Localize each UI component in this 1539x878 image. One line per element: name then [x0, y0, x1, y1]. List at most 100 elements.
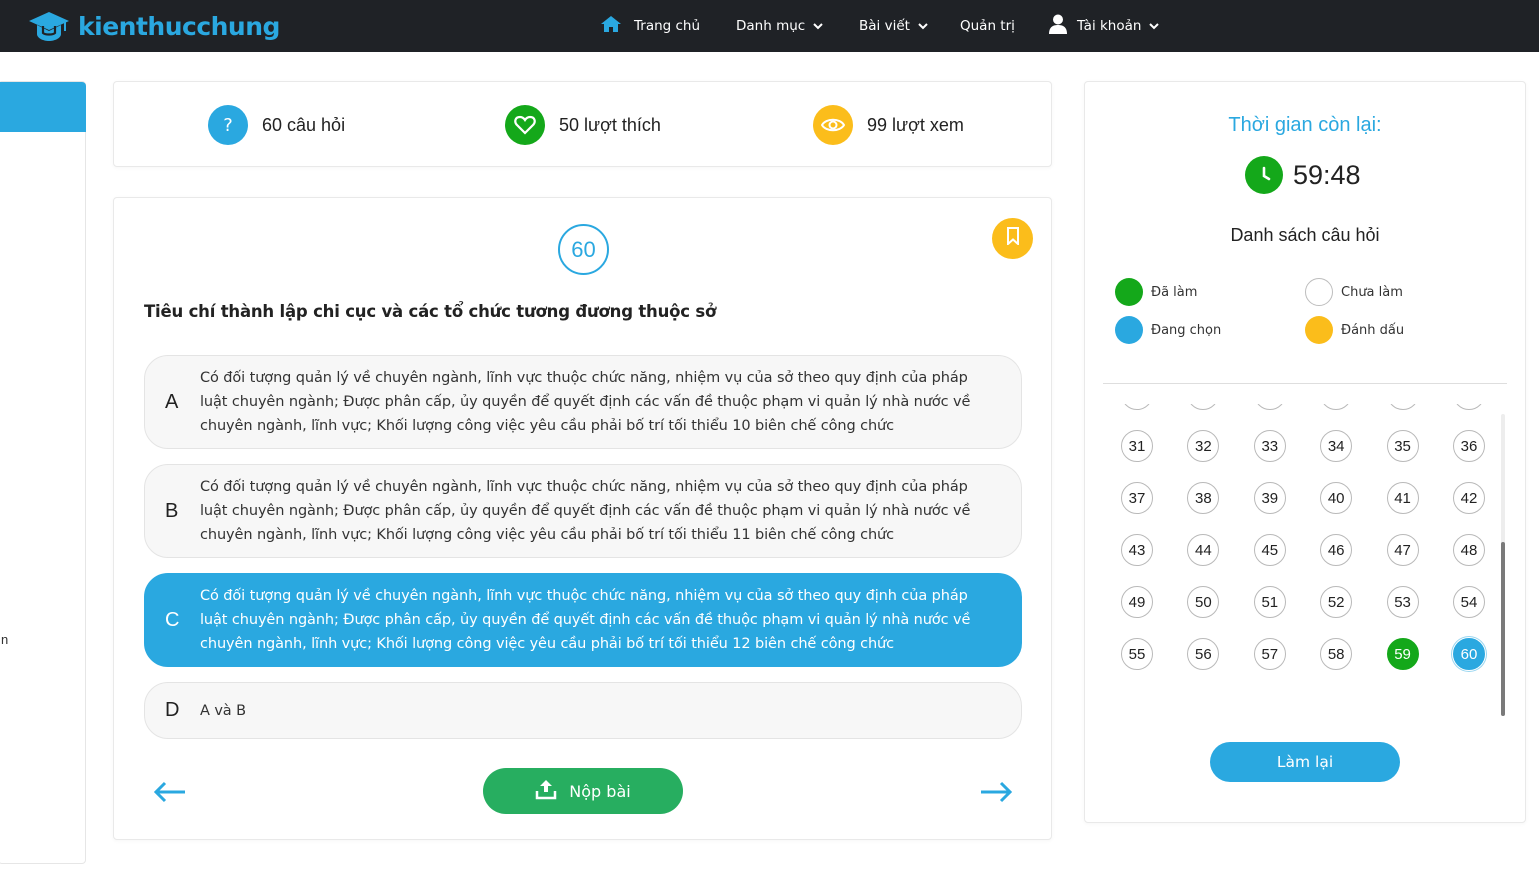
question-number-button[interactable]: 57 — [1253, 638, 1286, 670]
option-letter: B — [165, 500, 179, 522]
question-number-button[interactable]: 26 — [1187, 404, 1220, 410]
question-number-button[interactable]: 39 — [1253, 482, 1286, 514]
question-number-button[interactable]: 58 — [1320, 638, 1353, 670]
question-navigator-panel: Thời gian còn lại: 59:48 Danh sách câu h… — [1084, 81, 1526, 823]
question-number-button[interactable]: 41 — [1386, 482, 1419, 514]
question-number-button[interactable]: 29 — [1386, 404, 1419, 410]
question-number-button[interactable]: 31 — [1121, 430, 1153, 462]
sidebar-active-item[interactable] — [0, 82, 86, 132]
legend-dot-done — [1115, 278, 1143, 306]
nav-home[interactable]: Trang chủ — [600, 16, 700, 36]
nav-admin-label: Quản trị — [960, 18, 1015, 34]
submit-label: Nộp bài — [569, 781, 631, 801]
bookmark-button[interactable] — [992, 218, 1033, 259]
nav-admin[interactable]: Quản trị — [960, 16, 1015, 36]
stat-likes-label: 50 lượt thích — [559, 114, 661, 135]
question-number-button[interactable]: 50 — [1187, 586, 1220, 618]
answer-option-a[interactable]: A Có đối tượng quản lý về chuyên ngành, … — [144, 355, 1022, 449]
option-text: A và B — [200, 703, 246, 719]
answer-option-c[interactable]: C Có đối tượng quản lý về chuyên ngành, … — [144, 573, 1022, 667]
question-number-button[interactable]: 30 — [1452, 404, 1485, 410]
question-number-button[interactable]: 42 — [1452, 482, 1485, 514]
question-number-button[interactable]: 43 — [1121, 534, 1153, 566]
question-number-button[interactable]: 44 — [1187, 534, 1220, 566]
nav-posts[interactable]: Bài viết — [859, 16, 928, 36]
stat-views: 99 lượt xem — [813, 104, 964, 146]
nav-categories[interactable]: Danh mục — [736, 16, 823, 36]
nav-home-label: Trang chủ — [634, 18, 701, 34]
question-number-button[interactable]: 32 — [1187, 430, 1220, 462]
nav-posts-label: Bài viết — [859, 18, 910, 34]
legend-not-done-label: Chưa làm — [1341, 284, 1403, 300]
legend-not-done: Chưa làm — [1305, 278, 1403, 306]
stat-likes: 50 lượt thích — [505, 104, 661, 146]
chevron-down-icon — [918, 18, 928, 34]
timer-title: Thời gian còn lại: — [1228, 114, 1382, 136]
stat-views-label: 99 lượt xem — [867, 114, 964, 135]
heart-icon — [505, 105, 545, 145]
submit-button[interactable]: Nộp bài — [483, 768, 683, 814]
question-number-button[interactable]: 34 — [1320, 430, 1353, 462]
question-number-button[interactable]: 45 — [1253, 534, 1286, 566]
arrow-left-icon — [153, 781, 187, 808]
question-number-button[interactable]: 48 — [1452, 534, 1485, 566]
countdown-timer: 59:48 — [1245, 156, 1361, 194]
legend-current-label: Đang chọn — [1151, 322, 1222, 338]
option-letter: D — [165, 699, 180, 721]
question-number-button[interactable]: 46 — [1320, 534, 1353, 566]
question-number-button[interactable]: 49 — [1121, 586, 1153, 618]
quiz-stats-card: ? 60 câu hỏi 50 lượt thích 99 lượt xem — [113, 81, 1052, 167]
divider — [1103, 383, 1507, 384]
question-number-button[interactable]: 35 — [1386, 430, 1419, 462]
previous-question-button[interactable] — [152, 778, 188, 810]
legend-dot-current — [1115, 316, 1143, 344]
stat-questions: ? 60 câu hỏi — [208, 104, 345, 146]
home-icon — [600, 15, 622, 37]
question-number-button[interactable]: 38 — [1187, 482, 1220, 514]
eye-icon — [813, 105, 853, 145]
legend-marked-label: Đánh dấu — [1341, 322, 1405, 338]
question-number-button[interactable]: 36 — [1452, 430, 1485, 462]
stat-questions-label: 60 câu hỏi — [262, 114, 346, 135]
legend-done-label: Đã làm — [1151, 284, 1198, 300]
question-text: Tiêu chí thành lập chi cục và các tổ chứ… — [144, 302, 717, 321]
question-number-button[interactable]: 47 — [1386, 534, 1419, 566]
question-number-button[interactable]: 33 — [1253, 430, 1286, 462]
answer-option-d[interactable]: D A và B — [144, 682, 1022, 739]
question-mark-icon: ? — [208, 105, 248, 145]
question-number-button[interactable]: 54 — [1452, 586, 1485, 618]
question-number-button[interactable]: 60 — [1452, 638, 1485, 670]
question-number-button[interactable]: 59 — [1386, 638, 1419, 670]
legend-current: Đang chọn — [1115, 316, 1221, 344]
next-question-button[interactable] — [978, 778, 1014, 810]
left-sidebar: n — [0, 81, 86, 864]
question-number-button[interactable]: 52 — [1320, 586, 1353, 618]
question-number-button[interactable]: 28 — [1320, 404, 1353, 410]
question-grid-viewport[interactable]: 25 26 27 28 29 30 31 32 33 34 35 36 37 38 39 40 41 42 43 44… — [1103, 404, 1507, 716]
question-number-button[interactable]: 55 — [1121, 638, 1153, 670]
svg-text:?: ? — [223, 115, 233, 135]
option-text: Có đối tượng quản lý về chuyên ngành, lĩ… — [200, 370, 971, 434]
nav-account-label: Tài khoản — [1077, 18, 1142, 34]
site-logo[interactable]: kienthucchung — [28, 9, 280, 43]
chevron-down-icon — [813, 18, 823, 34]
question-number-button[interactable]: 40 — [1320, 482, 1353, 514]
top-navbar: kienthucchung Trang chủ Danh mục Bài viế… — [0, 0, 1539, 52]
question-number-button[interactable]: 51 — [1253, 586, 1286, 618]
scrollbar-thumb[interactable] — [1501, 542, 1505, 716]
option-text: Có đối tượng quản lý về chuyên ngành, lĩ… — [200, 479, 971, 543]
question-number-button[interactable]: 56 — [1187, 638, 1220, 670]
nav-categories-label: Danh mục — [736, 18, 806, 34]
question-number-button[interactable]: 25 — [1121, 404, 1153, 410]
nav-account[interactable]: Tài khoản — [1049, 14, 1160, 36]
graduation-cap-icon — [28, 10, 70, 42]
question-number-button[interactable]: 53 — [1386, 586, 1419, 618]
reset-button[interactable]: Làm lại — [1210, 742, 1400, 782]
sidebar-text-fragment: n — [1, 632, 9, 647]
question-card: 60 Tiêu chí thành lập chi cục và các tổ … — [113, 197, 1052, 840]
arrow-right-icon — [979, 781, 1013, 808]
question-grid-scrollbar[interactable] — [1501, 414, 1505, 716]
answer-option-b[interactable]: B Có đối tượng quản lý về chuyên ngành, … — [144, 464, 1022, 558]
question-number-button[interactable]: 37 — [1121, 482, 1153, 514]
question-number-button[interactable]: 27 — [1253, 404, 1286, 410]
